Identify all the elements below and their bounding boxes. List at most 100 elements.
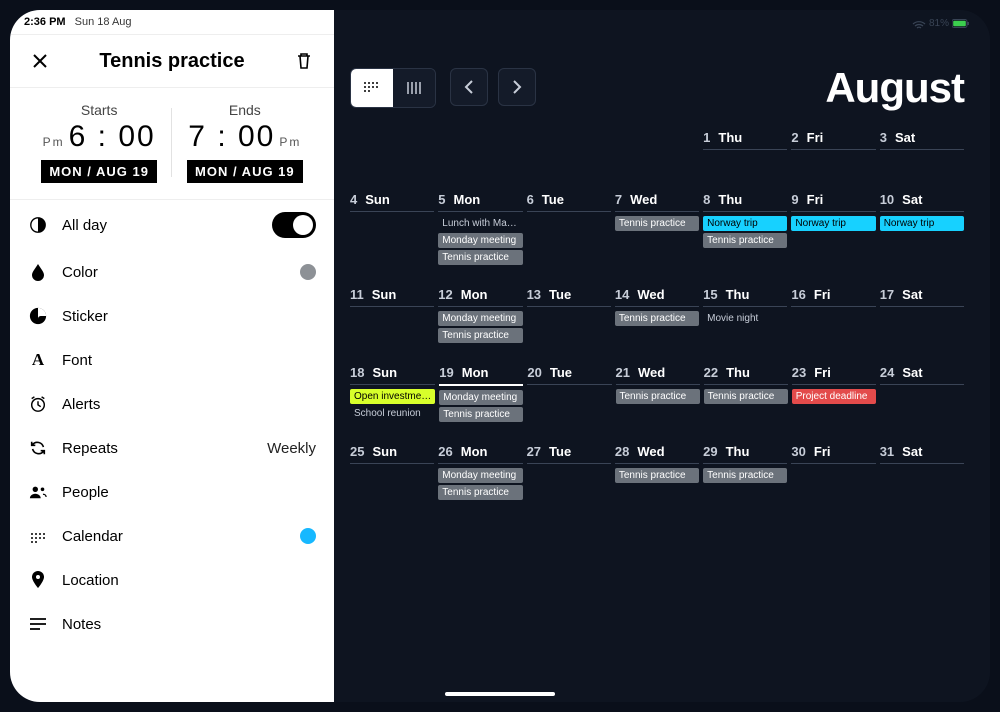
repeats-value: Weekly [267, 440, 316, 457]
day-cell[interactable]: 26MonMonday meetingTennis practice [438, 444, 522, 500]
option-repeats[interactable]: Repeats Weekly [10, 426, 334, 470]
day-number: 10 [880, 192, 894, 207]
allday-toggle[interactable] [272, 212, 316, 238]
day-cell[interactable]: 6Tue [527, 192, 611, 265]
day-cell[interactable] [350, 130, 434, 170]
event-chip[interactable]: Monday meeting [438, 468, 522, 483]
day-of-week: Wed [638, 365, 665, 380]
event-chip[interactable]: Tennis practice [615, 311, 699, 326]
event-chip[interactable]: Norway trip [880, 216, 964, 231]
day-cell[interactable]: 12MonMonday meetingTennis practice [438, 287, 522, 343]
event-chip[interactable]: Tennis practice [438, 250, 522, 265]
day-number: 26 [438, 444, 452, 459]
day-cell[interactable]: 2Fri [791, 130, 875, 170]
option-allday[interactable]: All day [10, 200, 334, 250]
people-icon [28, 482, 48, 502]
view-week-button[interactable] [393, 69, 435, 107]
day-number: 16 [791, 287, 805, 302]
close-icon[interactable] [28, 49, 52, 73]
event-chip[interactable]: Tennis practice [703, 468, 787, 483]
day-number: 2 [791, 130, 798, 145]
event-chip[interactable]: Monday meeting [438, 311, 522, 326]
day-number: 13 [527, 287, 541, 302]
day-cell[interactable]: 14WedTennis practice [615, 287, 699, 343]
day-of-week: Fri [814, 287, 831, 302]
day-cell[interactable]: 10SatNorway trip [880, 192, 964, 265]
option-color[interactable]: Color [10, 250, 334, 294]
event-chip[interactable]: School reunion [350, 406, 435, 421]
event-chip[interactable]: Movie night [703, 311, 787, 326]
day-cell[interactable]: 17Sat [880, 287, 964, 343]
day-of-week: Sun [372, 365, 397, 380]
option-notes[interactable]: Notes [10, 602, 334, 646]
day-cell[interactable]: 4Sun [350, 192, 434, 265]
event-chip[interactable]: Monday meeting [439, 390, 523, 405]
day-of-week: Tue [550, 365, 572, 380]
day-cell[interactable]: 9FriNorway trip [791, 192, 875, 265]
day-cell[interactable]: 5MonLunch with Ma…Monday meetingTennis p… [438, 192, 522, 265]
day-cell[interactable]: 8ThuNorway tripTennis practice [703, 192, 787, 265]
event-edit-panel: 2:36 PM Sun 18 Aug Tennis practice Start… [10, 10, 334, 702]
day-of-week: Wed [637, 444, 664, 459]
event-chip[interactable]: Tennis practice [615, 216, 699, 231]
event-chip[interactable]: Project deadline [792, 389, 876, 404]
event-chip[interactable]: Open investme… [350, 389, 435, 404]
day-cell[interactable]: 3Sat [880, 130, 964, 170]
event-chip[interactable]: Tennis practice [615, 468, 699, 483]
event-title[interactable]: Tennis practice [99, 50, 244, 73]
option-people[interactable]: People [10, 470, 334, 514]
day-cell[interactable]: 13Tue [527, 287, 611, 343]
day-of-week: Tue [542, 192, 564, 207]
event-chip[interactable]: Tennis practice [438, 328, 522, 343]
day-of-week: Sat [902, 444, 922, 459]
day-cell[interactable]: 28WedTennis practice [615, 444, 699, 500]
event-chip[interactable]: Tennis practice [704, 389, 788, 404]
start-time-block[interactable]: Starts Pm 6 : 00 MON / AUG 19 [31, 102, 167, 183]
trash-icon[interactable] [292, 49, 316, 73]
day-number: 22 [704, 365, 718, 380]
event-chip[interactable]: Tennis practice [703, 233, 787, 248]
day-cell[interactable]: 16 Fri [791, 287, 875, 343]
day-cell[interactable]: 21WedTennis practice [616, 365, 700, 422]
day-number: 15 [703, 287, 717, 302]
home-indicator[interactable] [445, 692, 555, 696]
day-cell[interactable]: 18SunOpen investme…School reunion [350, 365, 435, 422]
day-cell[interactable]: 27Tue [527, 444, 611, 500]
option-font[interactable]: A Font [10, 338, 334, 382]
day-cell[interactable]: 23FriProject deadline [792, 365, 876, 422]
day-cell[interactable] [527, 130, 611, 170]
option-calendar[interactable]: Calendar [10, 514, 334, 558]
day-cell[interactable]: 24Sat [880, 365, 964, 422]
day-cell[interactable]: 7WedTennis practice [615, 192, 699, 265]
start-time: 6 : 00 [69, 120, 156, 154]
day-number: 25 [350, 444, 364, 459]
day-cell[interactable] [438, 130, 522, 170]
event-chip[interactable]: Lunch with Ma… [438, 216, 522, 231]
end-time-block[interactable]: Ends 7 : 00 Pm MON / AUG 19 [177, 102, 313, 183]
view-month-button[interactable] [351, 69, 393, 107]
day-of-week: Fri [807, 192, 824, 207]
event-chip[interactable]: Tennis practice [616, 389, 700, 404]
event-chip[interactable]: Tennis practice [438, 485, 522, 500]
day-cell[interactable]: 15ThuMovie night [703, 287, 787, 343]
day-cell[interactable]: 1Thu [703, 130, 787, 170]
option-location[interactable]: Location [10, 558, 334, 602]
next-month-button[interactable] [498, 68, 536, 106]
day-cell[interactable]: 20Tue [527, 365, 611, 422]
prev-month-button[interactable] [450, 68, 488, 106]
day-cell[interactable]: 11Sun [350, 287, 434, 343]
day-cell[interactable]: 30Fri [791, 444, 875, 500]
event-chip[interactable]: Norway trip [703, 216, 787, 231]
option-sticker[interactable]: Sticker [10, 294, 334, 338]
event-chip[interactable]: Norway trip [791, 216, 875, 231]
day-cell[interactable]: 22ThuTennis practice [704, 365, 788, 422]
day-cell[interactable]: 25Sun [350, 444, 434, 500]
day-cell[interactable]: 29ThuTennis practice [703, 444, 787, 500]
day-cell[interactable]: 31Sat [880, 444, 964, 500]
day-of-week: Fri [814, 365, 831, 380]
event-chip[interactable]: Tennis practice [439, 407, 523, 422]
day-cell[interactable] [615, 130, 699, 170]
option-alerts[interactable]: Alerts [10, 382, 334, 426]
day-cell[interactable]: 19MonMonday meetingTennis practice [439, 365, 523, 422]
event-chip[interactable]: Monday meeting [438, 233, 522, 248]
